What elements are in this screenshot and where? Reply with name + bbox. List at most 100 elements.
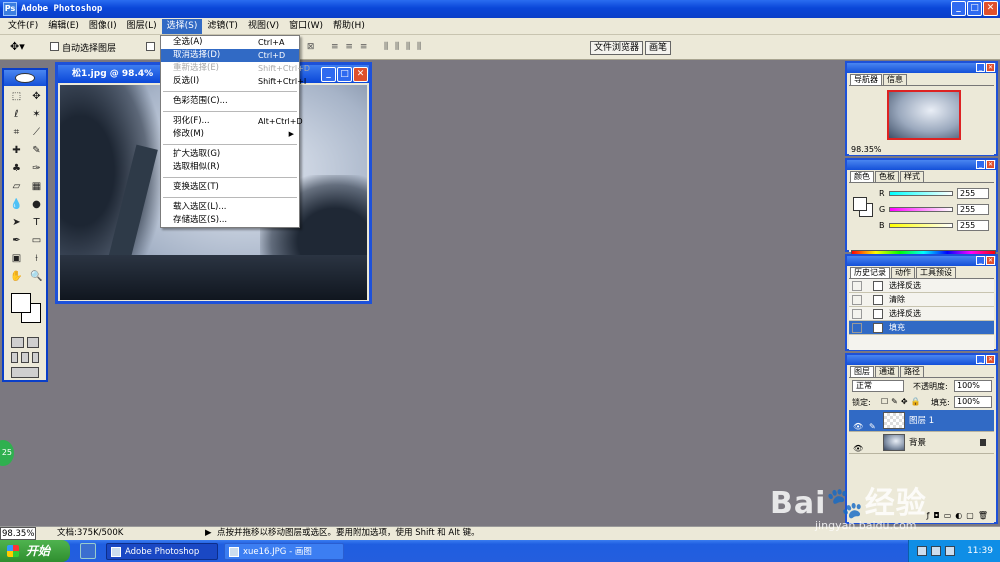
menu-help[interactable]: 帮助(H)	[328, 19, 370, 34]
eraser-tool-icon[interactable]: ▱	[7, 178, 26, 195]
full-screen-button[interactable]	[31, 352, 39, 363]
tab-actions[interactable]: 动作	[891, 267, 915, 278]
menu-layer[interactable]: 图层(L)	[122, 19, 162, 34]
task-paint[interactable]: xue16.JPG - 画图	[224, 542, 344, 560]
color-fg-swatch[interactable]	[853, 197, 867, 211]
magic-wand-tool-icon[interactable]: ✶	[27, 106, 46, 123]
jump-to-imageready-button[interactable]	[11, 367, 39, 378]
path-selection-tool-icon[interactable]: ➤	[7, 214, 26, 231]
palette-minimize-button[interactable]: _	[976, 63, 985, 72]
task-photoshop[interactable]: Adobe Photoshop	[106, 542, 218, 560]
tab-history[interactable]: 历史记录	[850, 267, 890, 278]
layer-mask-icon[interactable]: ◘	[933, 510, 939, 522]
menu-filter[interactable]: 滤镜(T)	[202, 19, 243, 34]
eyedropper-tool-icon[interactable]: ⟊	[27, 250, 46, 267]
slice-tool-icon[interactable]: ⟋	[27, 124, 46, 141]
palette-close-button[interactable]: ✕	[986, 355, 995, 364]
tray-ime-icon[interactable]	[945, 546, 955, 556]
doc-minimize-button[interactable]: _	[321, 67, 336, 82]
shape-tool-icon[interactable]: ▭	[27, 232, 46, 249]
layer-name[interactable]: 图层 1	[909, 416, 934, 426]
red-value-input[interactable]: 255	[957, 187, 989, 199]
layer-name[interactable]: 背景	[909, 438, 926, 448]
palette-minimize-button[interactable]: _	[976, 160, 985, 169]
notes-tool-icon[interactable]: ▣	[7, 250, 26, 267]
tab-swatches[interactable]: 色板	[875, 171, 899, 182]
crop-tool-icon[interactable]: ⌗	[7, 124, 26, 141]
palette-close-button[interactable]: ✕	[986, 63, 995, 72]
doc-maximize-button[interactable]: □	[337, 67, 352, 82]
healing-brush-tool-icon[interactable]: ✚	[7, 142, 26, 159]
green-slider[interactable]	[889, 206, 953, 212]
fill-input[interactable]: 100%	[954, 396, 992, 408]
palette-header[interactable]: _ ✕	[847, 355, 996, 365]
zoom-tool-icon[interactable]: 🔍	[27, 268, 46, 285]
palette-header[interactable]: _ ✕	[847, 160, 996, 170]
start-button[interactable]: 开始	[0, 540, 70, 562]
menu-file[interactable]: 文件(F)	[3, 19, 43, 34]
brush-tool-icon[interactable]: ✎	[27, 142, 46, 159]
tab-layers[interactable]: 图层	[850, 366, 874, 377]
history-brush-tool-icon[interactable]: ✑	[27, 160, 46, 177]
palette-minimize-button[interactable]: _	[976, 256, 985, 265]
menu-item-modify[interactable]: 修改(M) ▶	[161, 128, 299, 141]
menu-item-feather[interactable]: 羽化(F)... Alt+Ctrl+D	[161, 115, 303, 128]
tab-styles[interactable]: 样式	[900, 171, 924, 182]
close-button[interactable]: ✕	[983, 1, 998, 16]
move-tool-icon[interactable]: ✥	[27, 88, 46, 105]
history-source-checkbox[interactable]	[852, 323, 862, 333]
tab-tool-presets[interactable]: 工具预设	[916, 267, 956, 278]
quick-mask-mode-button[interactable]	[26, 337, 39, 348]
show-bounds-checkbox[interactable]	[146, 42, 155, 51]
eye-icon[interactable]: 👁	[853, 438, 863, 460]
clock[interactable]: 11:39	[967, 546, 993, 556]
history-source-checkbox[interactable]	[852, 295, 862, 305]
tab-info[interactable]: 信息	[883, 74, 907, 85]
gradient-tool-icon[interactable]: ▦	[27, 178, 46, 195]
minimize-button[interactable]: _	[951, 1, 966, 16]
menu-item-save-selection[interactable]: 存储选区(S)...	[161, 214, 299, 227]
history-item[interactable]: 选择反选	[849, 307, 994, 321]
adjustment-layer-icon[interactable]: ◐	[955, 510, 962, 522]
menu-image[interactable]: 图像(I)	[84, 19, 122, 34]
show-desktop-icon[interactable]	[80, 543, 96, 559]
palette-header[interactable]: _ ✕	[847, 256, 996, 266]
tab-channels[interactable]: 通道	[875, 366, 899, 377]
menu-item-deselect[interactable]: 取消选择(D) Ctrl+D	[161, 49, 299, 62]
tab-navigator[interactable]: 导航器	[850, 74, 882, 85]
file-browser-tab[interactable]: 文件浏览器	[590, 41, 644, 55]
toolbox-header[interactable]	[4, 70, 46, 86]
maximize-button[interactable]: □	[967, 1, 982, 16]
auto-select-layer-checkbox[interactable]	[50, 42, 59, 51]
palette-close-button[interactable]: ✕	[986, 256, 995, 265]
menu-item-select-all[interactable]: 全选(A) Ctrl+A	[161, 36, 299, 49]
status-zoom-input[interactable]: 98.35%	[0, 527, 36, 540]
history-item[interactable]: 清除	[849, 293, 994, 307]
history-item[interactable]: 选择反选	[849, 279, 994, 293]
menu-edit[interactable]: 编辑(E)	[43, 19, 84, 34]
menu-window[interactable]: 窗口(W)	[284, 19, 328, 34]
doc-close-button[interactable]: ✕	[353, 67, 368, 82]
navigator-thumbnail[interactable]	[887, 90, 961, 140]
stamp-tool-icon[interactable]: ♣	[7, 160, 26, 177]
menu-select[interactable]: 选择(S)	[161, 18, 203, 34]
tray-network-icon[interactable]	[917, 546, 927, 556]
palette-header[interactable]: _ ✕	[847, 63, 996, 73]
blur-tool-icon[interactable]: 💧	[7, 196, 26, 213]
foreground-color-swatch[interactable]	[11, 293, 31, 313]
history-source-checkbox[interactable]	[852, 309, 862, 319]
layer-set-icon[interactable]: ▭	[944, 510, 952, 522]
navigator-zoom-value[interactable]: 98.35%	[851, 145, 882, 154]
marquee-tool-icon[interactable]: ⬚	[7, 88, 26, 105]
menu-item-color-range[interactable]: 色彩范围(C)...	[161, 95, 299, 108]
standard-mode-button[interactable]	[11, 337, 24, 348]
standard-screen-button[interactable]	[11, 352, 19, 363]
menu-item-grow[interactable]: 扩大选取(G)	[161, 148, 299, 161]
tray-volume-icon[interactable]	[931, 546, 941, 556]
history-item-selected[interactable]: 填充	[849, 321, 994, 335]
menu-item-transform-selection[interactable]: 变换选区(T)	[161, 181, 299, 194]
lock-icons[interactable]: ☐✎✥🔒	[881, 397, 924, 406]
history-source-checkbox[interactable]	[852, 281, 862, 291]
hand-tool-icon[interactable]: ✋	[7, 268, 26, 285]
menu-view[interactable]: 视图(V)	[243, 19, 284, 34]
